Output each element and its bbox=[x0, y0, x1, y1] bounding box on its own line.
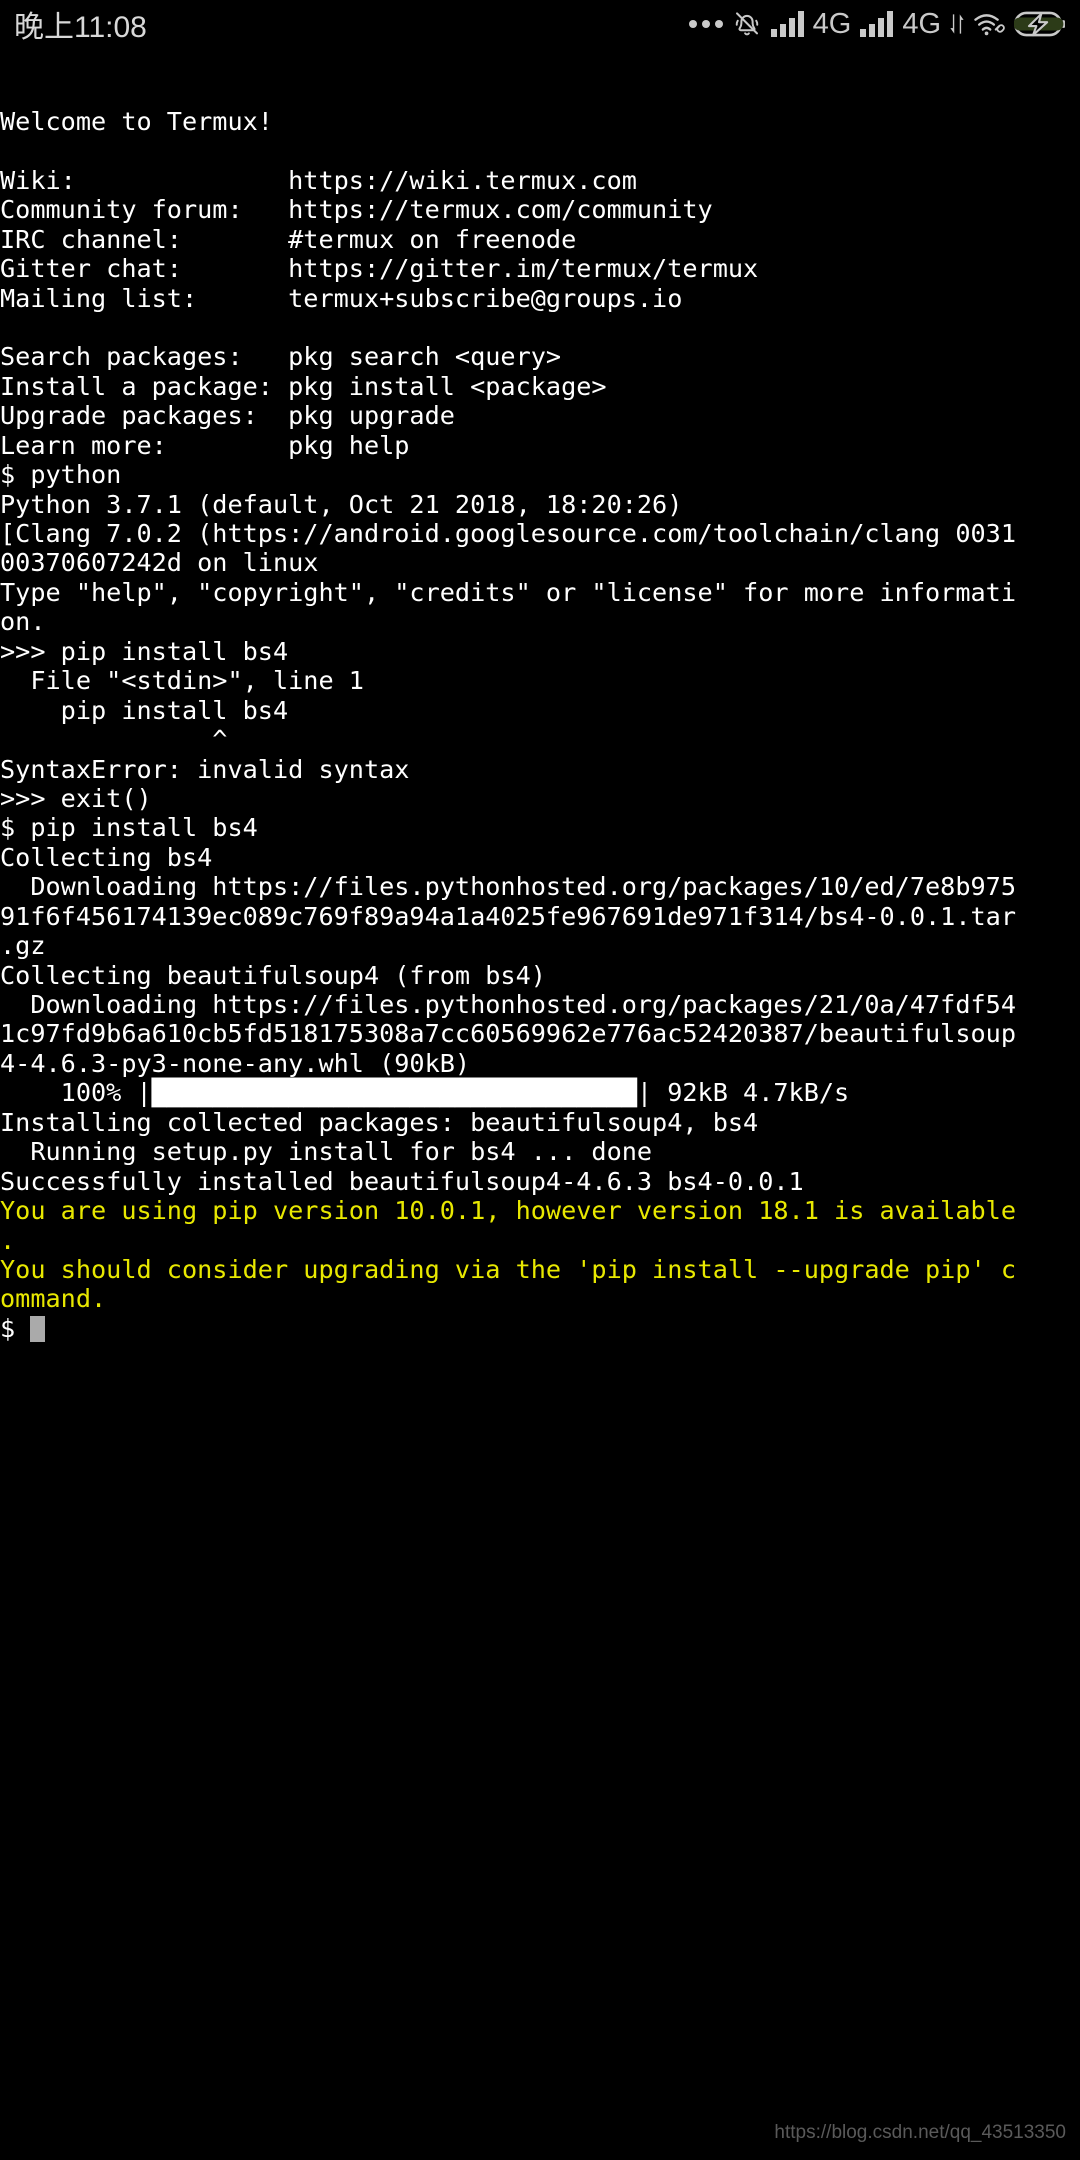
terminal-line: Community forum: https://termux.com/comm… bbox=[0, 195, 713, 225]
terminal-line: . bbox=[0, 1225, 16, 1255]
text-cursor bbox=[30, 1315, 46, 1342]
terminal-line: >>> pip install bs4 bbox=[0, 636, 289, 666]
prompt-symbol: $ bbox=[0, 1313, 31, 1343]
more-notifications-icon bbox=[688, 20, 723, 28]
terminal-line: [Clang 7.0.2 (https://android.googlesour… bbox=[0, 519, 1016, 549]
terminal-line: Successfully installed beautifulsoup4-4.… bbox=[0, 1166, 804, 1196]
terminal-line: Mailing list: termux+subscribe@groups.io bbox=[0, 283, 683, 313]
terminal-line: Collecting beautifulsoup4 (from bs4) bbox=[0, 960, 546, 990]
terminal-line: on. bbox=[0, 607, 46, 637]
terminal-line: .gz bbox=[0, 931, 46, 961]
shell-prompt-line[interactable]: $ bbox=[0, 1314, 1080, 1343]
terminal-line: 1c97fd9b6a610cb5fd518175308a7cc60569962e… bbox=[0, 1019, 1016, 1049]
data-transfer-arrows-icon bbox=[950, 13, 964, 35]
terminal-line: Python 3.7.1 (default, Oct 21 2018, 18:2… bbox=[0, 489, 683, 519]
terminal-line: You should consider upgrading via the 'p… bbox=[0, 1254, 1016, 1284]
terminal-line: Downloading https://files.pythonhosted.o… bbox=[0, 990, 1016, 1020]
network-type-sim1-label: 4G bbox=[812, 7, 852, 40]
terminal-line: Search packages: pkg search <query> bbox=[0, 342, 562, 372]
wifi-icon bbox=[973, 10, 1005, 38]
terminal-line: Collecting bs4 bbox=[0, 842, 213, 872]
terminal-line: $ python bbox=[0, 460, 122, 490]
terminal-line: SyntaxError: invalid syntax bbox=[0, 754, 410, 784]
terminal-line: File "<stdin>", line 1 bbox=[0, 666, 364, 696]
terminal-line: Upgrade packages: pkg upgrade bbox=[0, 401, 455, 431]
signal-bars-sim1-icon bbox=[770, 11, 804, 37]
terminal-line: Welcome to Termux! bbox=[0, 106, 273, 136]
signal-bars-sim2-icon bbox=[860, 11, 894, 37]
silent-mode-bell-slash-icon bbox=[732, 9, 762, 39]
terminal-line: Gitter chat: https://gitter.im/termux/te… bbox=[0, 254, 759, 284]
terminal-line: Downloading https://files.pythonhosted.o… bbox=[0, 872, 1016, 902]
terminal-line: ^ bbox=[0, 725, 228, 755]
status-bar-clock: 晚上11:08 bbox=[14, 11, 147, 44]
terminal-line: 91f6f456174139ec089c769f89a94a1a4025fe96… bbox=[0, 901, 1016, 931]
terminal-line: $ pip install bs4 bbox=[0, 813, 258, 843]
terminal-line: Wiki: https://wiki.termux.com bbox=[0, 165, 637, 195]
terminal-line: 100% |████████████████████████████████| … bbox=[0, 1078, 850, 1108]
terminal-line: pip install bs4 bbox=[0, 695, 289, 725]
terminal-line: Learn more: pkg help bbox=[0, 430, 410, 460]
network-type-sim2-label: 4G bbox=[902, 7, 941, 40]
terminal-line: You are using pip version 10.0.1, howeve… bbox=[0, 1196, 1016, 1226]
terminal-line: >>> exit() bbox=[0, 783, 152, 813]
terminal-line: Installing collected packages: beautiful… bbox=[0, 1107, 759, 1137]
terminal-line: Running setup.py install for bs4 ... don… bbox=[0, 1137, 653, 1167]
blog-watermark: https://blog.csdn.net/qq_43513350 bbox=[774, 2122, 1066, 2143]
android-status-bar: 晚上11:08 4G 4G bbox=[0, 0, 1080, 48]
terminal-line: Type "help", "copyright", "credits" or "… bbox=[0, 577, 1016, 607]
terminal-line: 00370607242d on linux bbox=[0, 548, 319, 578]
terminal-line: ommand. bbox=[0, 1284, 107, 1314]
terminal-line: 4-4.6.3-py3-none-any.whl (90kB) bbox=[0, 1048, 471, 1078]
battery-charging-icon bbox=[1014, 9, 1066, 39]
status-bar-icons: 4G 4G bbox=[688, 7, 1066, 40]
termux-terminal-output[interactable]: Welcome to Termux! Wiki: https://wiki.te… bbox=[0, 48, 1080, 2160]
terminal-line: IRC channel: #termux on freenode bbox=[0, 224, 577, 254]
terminal-line: Install a package: pkg install <package> bbox=[0, 371, 607, 401]
